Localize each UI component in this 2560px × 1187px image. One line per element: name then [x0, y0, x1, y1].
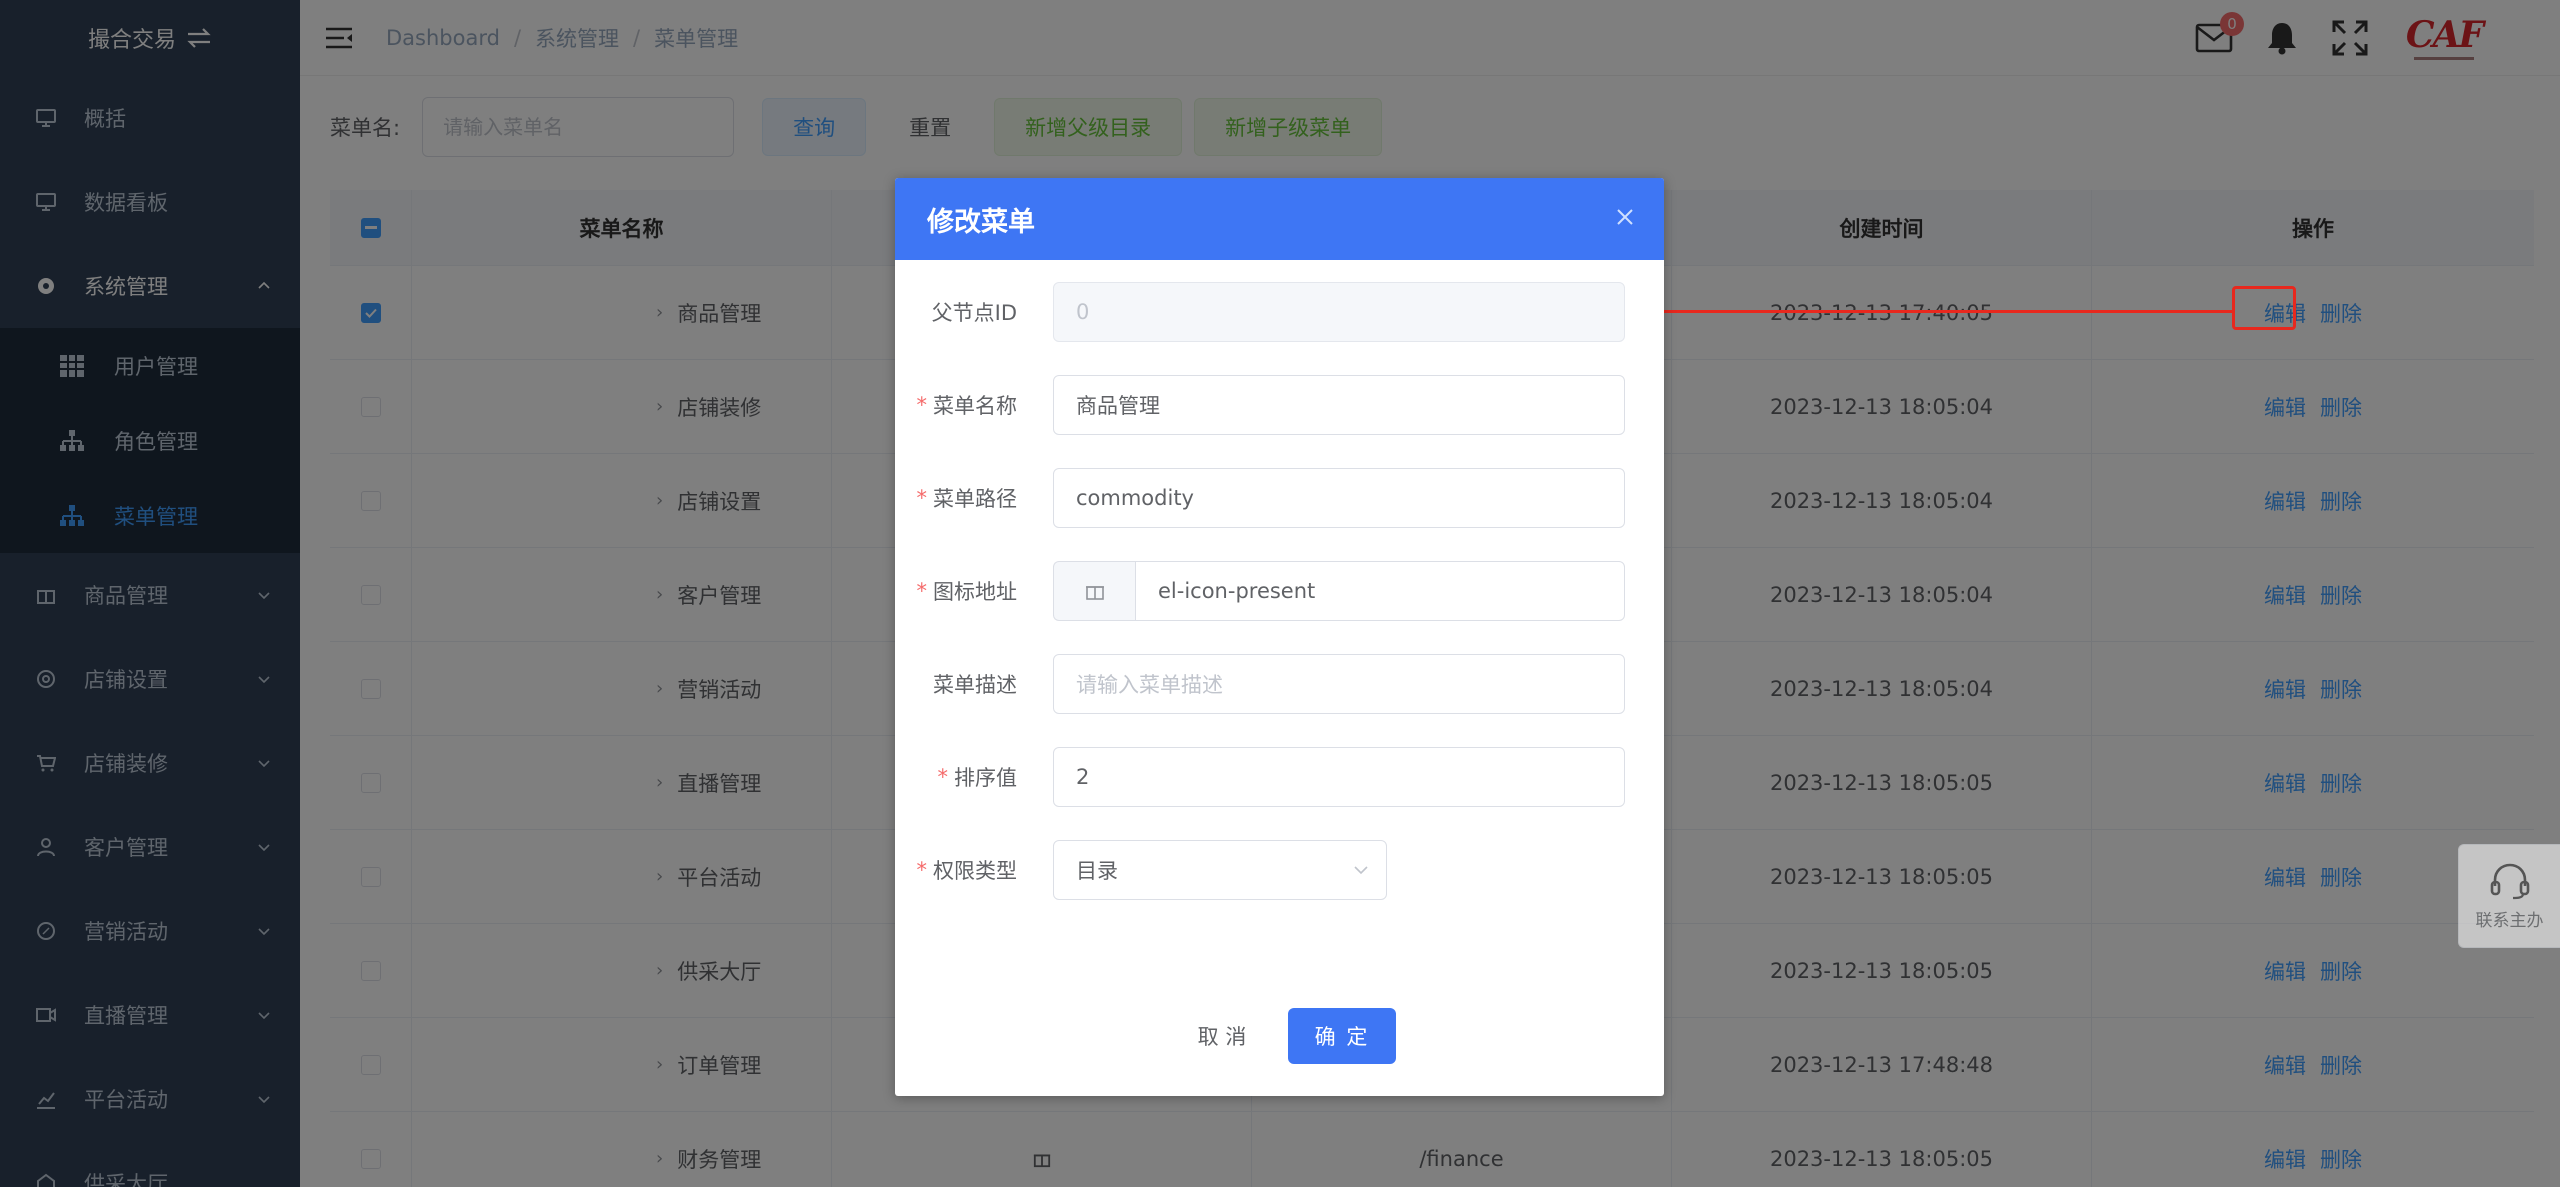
menu-name-input[interactable]: 商品管理 [1053, 375, 1625, 435]
form-row-sort: * 排序值 2 [895, 747, 1664, 807]
label-perm-type: * 权限类型 [916, 858, 1018, 883]
form-row-menu-desc: 菜单描述 请输入菜单描述 [895, 654, 1664, 714]
dialog-footer: 取 消 确 定 [895, 1008, 1664, 1064]
annotation-highlight-box [2232, 286, 2296, 330]
label-sort: * 排序值 [937, 765, 1018, 790]
close-icon[interactable] [1616, 208, 1634, 226]
sort-input[interactable]: 2 [1053, 747, 1625, 807]
confirm-button[interactable]: 确 定 [1288, 1008, 1396, 1064]
chevron-down-icon [1354, 866, 1368, 875]
headset-icon [2490, 863, 2529, 899]
annotation-arrow-line [1660, 310, 2232, 313]
cancel-button[interactable]: 取 消 [1167, 1008, 1277, 1064]
label-parent-id: 父节点ID [931, 301, 1017, 325]
edit-menu-dialog: 修改菜单 父节点ID 0 * 菜单名称 商品管理 * 菜单路径 commodity … [895, 178, 1664, 1096]
gift-icon [1085, 586, 1104, 600]
contact-label: 联系主办 [2475, 910, 2544, 931]
form-row-parent-id: 父节点ID 0 [895, 282, 1664, 342]
contact-organizer-button[interactable]: 联系主办 [2458, 844, 2560, 948]
dialog-header: 修改菜单 [895, 178, 1664, 260]
label-menu-name: * 菜单名称 [916, 393, 1018, 418]
parent-id-input[interactable]: 0 [1053, 282, 1625, 342]
perm-type-value: 目录 [1076, 859, 1118, 883]
menu-desc-input[interactable]: 请输入菜单描述 [1053, 654, 1625, 714]
icon-addr-input[interactable]: el-icon-present [1135, 561, 1625, 621]
form-row-menu-path: * 菜单路径 commodity [895, 468, 1664, 528]
perm-type-select[interactable]: 目录 [1053, 840, 1387, 900]
menu-path-input[interactable]: commodity [1053, 468, 1625, 528]
label-menu-desc: 菜单描述 [933, 673, 1017, 697]
form-row-menu-name: * 菜单名称 商品管理 [895, 375, 1664, 435]
dialog-title: 修改菜单 [927, 206, 1035, 238]
form-row-icon-addr: * 图标地址 el-icon-present [895, 561, 1664, 621]
label-icon-addr: * 图标地址 [916, 579, 1018, 604]
icon-preview [1053, 561, 1135, 621]
form-row-perm-type: * 权限类型 目录 [895, 840, 1664, 900]
label-menu-path: * 菜单路径 [916, 486, 1018, 511]
